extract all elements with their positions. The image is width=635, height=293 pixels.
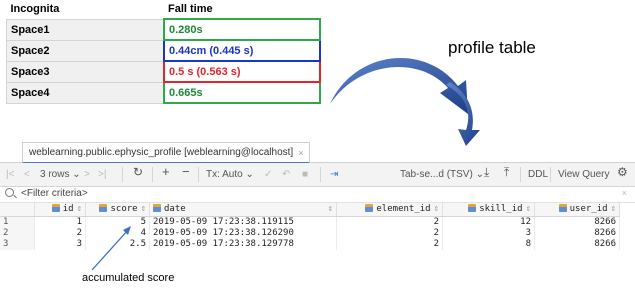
- cell-element-id[interactable]: 2: [336, 228, 443, 239]
- column-header-date[interactable]: date ⇕: [149, 203, 337, 217]
- cell-date[interactable]: 2019-05-09 17:23:38.129778: [149, 239, 337, 250]
- cell-user-id[interactable]: 8266: [534, 228, 620, 239]
- sheet-row: Space2 0.44cm (0.445 s): [6, 39, 321, 62]
- sheet-row-value[interactable]: 0.280s: [163, 18, 321, 41]
- column-header-element-id[interactable]: element_id ⇕: [336, 203, 443, 217]
- result-grid: id ⇕ score ⇕ date ⇕ element_id ⇕ skill_id ⇕ u…: [0, 203, 620, 250]
- curved-arrow-icon: [446, 82, 480, 146]
- sheet-row: Space3 0.5 s (0.563 s): [6, 60, 321, 83]
- sheet-row-value[interactable]: 0.44cm (0.445 s): [163, 39, 321, 62]
- sheet-row-value[interactable]: 0.665s: [163, 81, 321, 104]
- ddl-button[interactable]: DDL: [528, 168, 548, 181]
- export-format-dropdown[interactable]: Tab-se...d (TSV) ⌄: [400, 168, 484, 181]
- grid-header-row: id ⇕ score ⇕ date ⇕ element_id ⇕ skill_id ⇕ u…: [0, 203, 620, 217]
- toolbar-divider: [152, 167, 153, 182]
- toolbar-divider: [198, 167, 199, 182]
- sheet-row-name[interactable]: Space2: [6, 39, 165, 62]
- commit-icon[interactable]: ✓: [264, 168, 272, 181]
- upload-icon[interactable]: ⤒: [504, 166, 509, 179]
- cell-user-id[interactable]: 8266: [534, 239, 620, 250]
- table-row[interactable]: 3 3 2.5 2019-05-09 17:23:38.129778 2 8 8…: [0, 239, 620, 250]
- toolbar-divider: [520, 167, 521, 182]
- cell-skill-id[interactable]: 3: [442, 228, 535, 239]
- row-number: 3: [0, 239, 35, 250]
- rows-count-dropdown[interactable]: 3 rows ⌄: [40, 168, 81, 181]
- column-icon: [365, 204, 374, 212]
- cell-date[interactable]: 2019-05-09 17:23:38.126290: [149, 228, 337, 239]
- cell-skill-id[interactable]: 12: [442, 216, 535, 228]
- prev-page-icon[interactable]: <: [24, 168, 30, 181]
- pin-tab-icon[interactable]: ⇥: [330, 168, 338, 181]
- column-icon: [468, 204, 477, 212]
- toolbar-divider: [122, 167, 123, 182]
- cell-id[interactable]: 3: [34, 239, 86, 250]
- column-header-skill-id[interactable]: skill_id ⇕: [442, 203, 535, 217]
- row-number: 2: [0, 228, 35, 239]
- sheet-row-name[interactable]: Space1: [6, 18, 165, 41]
- first-page-icon[interactable]: |<: [6, 168, 14, 181]
- accumulated-score-label: accumulated score: [82, 272, 175, 284]
- filter-bar[interactable]: <Filter criteria> ×: [0, 187, 635, 203]
- sheet-header-incognita: Incognita: [6, 0, 164, 19]
- database-console: weblearning.public.ephysic_profile [webl…: [0, 142, 635, 265]
- refresh-icon[interactable]: ↻: [133, 166, 143, 179]
- rollback-icon[interactable]: ↶: [282, 168, 290, 181]
- add-row-icon[interactable]: +: [162, 165, 170, 178]
- search-icon: [5, 188, 14, 197]
- editor-tab-bar: weblearning.public.ephysic_profile [webl…: [0, 142, 635, 164]
- gear-icon[interactable]: ⚙: [617, 166, 628, 179]
- download-icon[interactable]: ⤓: [484, 166, 489, 179]
- sheet-row-name[interactable]: Space3: [6, 60, 165, 83]
- row-number: 1: [0, 216, 35, 228]
- table-row[interactable]: 1 1 5 2019-05-09 17:23:38.119115 2 12 82…: [0, 216, 620, 228]
- tab-title: weblearning.public.ephysic_profile [webl…: [29, 147, 294, 158]
- cell-id[interactable]: 1: [34, 216, 86, 228]
- curved-arrow-icon: [330, 58, 468, 114]
- filter-input[interactable]: <Filter criteria>: [21, 188, 88, 199]
- column-icon: [99, 204, 108, 212]
- column-icon: [153, 204, 161, 212]
- table-row[interactable]: 2 2 4 2019-05-09 17:23:38.126290 2 3 826…: [0, 228, 620, 239]
- fall-time-sheet: Incognita Fall time Space1 0.280s Space2…: [6, 0, 321, 104]
- next-page-icon[interactable]: >: [84, 168, 90, 181]
- last-page-icon[interactable]: >|: [98, 168, 106, 181]
- sheet-row: Space1 0.280s: [6, 18, 321, 41]
- cell-element-id[interactable]: 2: [336, 216, 443, 228]
- result-toolbar: |< < 3 rows ⌄ > >| ↻ + − Tx: Auto ⌄ ✓ ↶ …: [0, 163, 635, 187]
- column-header-user-id[interactable]: user_id ⇕: [534, 203, 620, 217]
- tab-ephysic-profile[interactable]: weblearning.public.ephysic_profile [webl…: [22, 142, 311, 164]
- key-column-icon: [51, 204, 60, 212]
- cell-score[interactable]: 2.5: [85, 239, 150, 250]
- column-header-score[interactable]: score ⇕: [85, 203, 150, 217]
- toolbar-divider: [550, 167, 551, 182]
- cell-score[interactable]: 5: [85, 216, 150, 228]
- stop-icon[interactable]: ■: [302, 168, 308, 181]
- profile-table-label: profile table: [448, 38, 536, 57]
- clear-filter-icon[interactable]: ×: [622, 188, 627, 198]
- sheet-header-fall-time: Fall time: [164, 0, 320, 19]
- cell-element-id[interactable]: 2: [336, 239, 443, 250]
- toolbar-divider: [320, 167, 321, 182]
- view-query-button[interactable]: View Query: [558, 168, 610, 181]
- cell-user-id[interactable]: 8266: [534, 216, 620, 228]
- cell-date[interactable]: 2019-05-09 17:23:38.119115: [149, 216, 337, 228]
- column-header-id[interactable]: id ⇕: [34, 203, 86, 217]
- row-number-header: [0, 203, 35, 217]
- transaction-mode-dropdown[interactable]: Tx: Auto ⌄: [206, 168, 254, 181]
- sheet-row: Space4 0.665s: [6, 81, 321, 104]
- cell-score[interactable]: 4: [85, 228, 150, 239]
- column-icon: [558, 204, 567, 212]
- cell-id[interactable]: 2: [34, 228, 86, 239]
- sheet-row-name[interactable]: Space4: [6, 81, 165, 104]
- sheet-header-row: Incognita Fall time: [6, 0, 320, 19]
- remove-row-icon[interactable]: −: [182, 165, 190, 178]
- close-icon[interactable]: ×: [298, 148, 303, 158]
- cell-skill-id[interactable]: 8: [442, 239, 535, 250]
- sheet-row-value[interactable]: 0.5 s (0.563 s): [163, 60, 321, 83]
